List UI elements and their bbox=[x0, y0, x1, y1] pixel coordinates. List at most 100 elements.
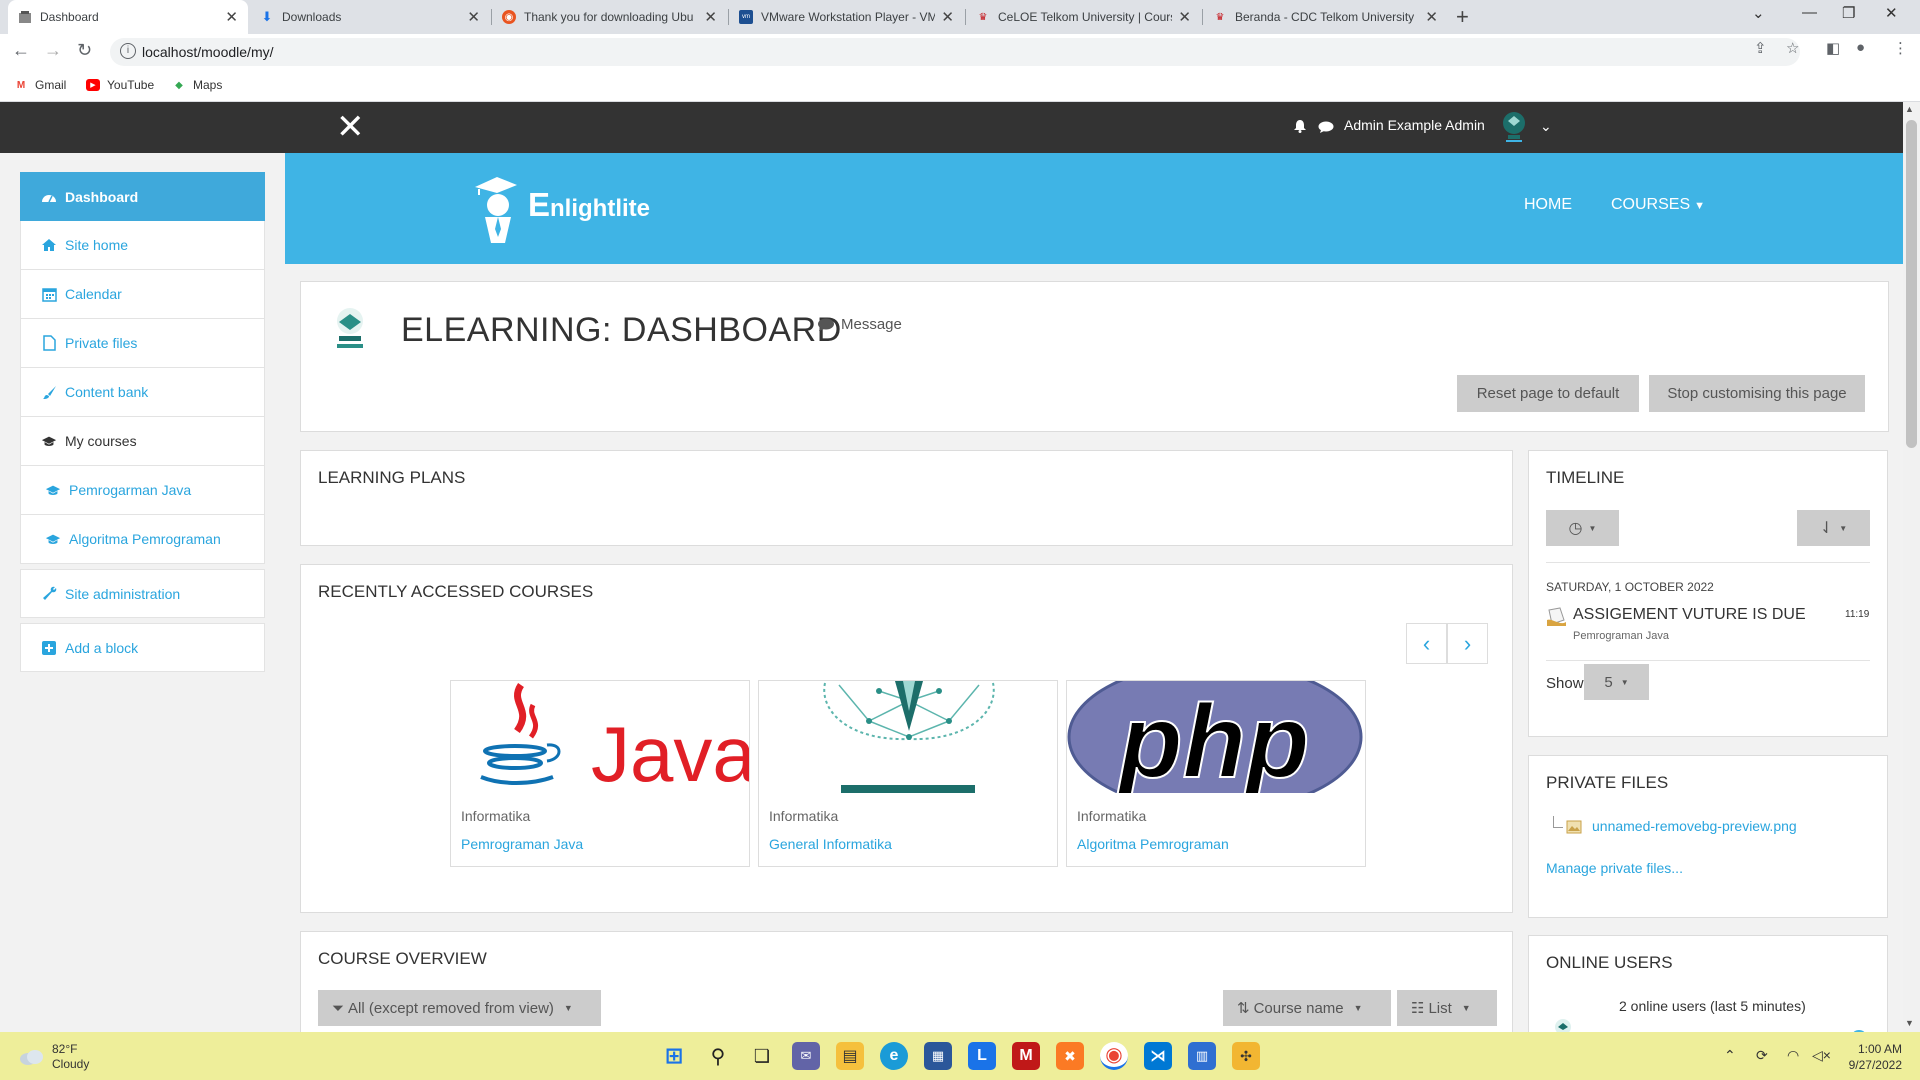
sidebar-item-course-algoritma[interactable]: Algoritma Pemrograman bbox=[20, 515, 265, 564]
messages-chat-icon[interactable] bbox=[1318, 121, 1334, 133]
browser-tab-cdc[interactable]: ♛ Beranda - CDC Telkom University ✕ bbox=[1203, 0, 1448, 34]
task-view-icon[interactable]: ❏ bbox=[748, 1042, 776, 1070]
tray-overflow-icon[interactable]: ⌃ bbox=[1724, 1047, 1736, 1064]
scroll-down-icon[interactable]: ▼ bbox=[1905, 1018, 1914, 1028]
user-name[interactable]: Admin Example Admin bbox=[1344, 117, 1485, 133]
site-logo-text[interactable]: Enlightlite bbox=[528, 186, 650, 224]
search-icon[interactable]: ⚲ bbox=[704, 1042, 732, 1070]
course-name-link[interactable]: General Informatika bbox=[769, 836, 892, 852]
forward-icon[interactable]: → bbox=[44, 40, 62, 61]
bookmark-maps[interactable]: ◆ Maps bbox=[172, 78, 222, 92]
notification-bell-icon[interactable] bbox=[1293, 119, 1307, 133]
start-windows-icon[interactable]: ⊞ bbox=[660, 1042, 688, 1070]
mcafee-icon[interactable]: M bbox=[1012, 1042, 1040, 1070]
page-scrollbar-thumb[interactable] bbox=[1906, 120, 1917, 448]
clock-time: 1:00 AM bbox=[1857, 1042, 1902, 1056]
course-view-dropdown[interactable]: ☷ List ▼ bbox=[1397, 990, 1497, 1026]
close-tab-icon[interactable]: ✕ bbox=[1178, 8, 1191, 26]
browser-tab-ubuntu[interactable]: ◉ Thank you for downloading Ubu ✕ bbox=[492, 0, 727, 34]
teams-chat-icon[interactable]: ✉ bbox=[792, 1042, 820, 1070]
course-name-link[interactable]: Pemrograman Java bbox=[461, 836, 583, 852]
maximize-button[interactable]: ❐ bbox=[1842, 4, 1855, 22]
show-count-dropdown[interactable]: 5 ▼ bbox=[1584, 664, 1649, 700]
file-icon bbox=[41, 335, 57, 351]
new-tab-button[interactable]: + bbox=[1456, 4, 1469, 30]
private-file-link[interactable]: unnamed-removebg-preview.png bbox=[1592, 818, 1797, 834]
system-clock[interactable]: 1:00 AM 9/27/2022 bbox=[1840, 1041, 1902, 1073]
graduate-logo-icon[interactable] bbox=[471, 171, 519, 243]
minimize-button[interactable]: — bbox=[1802, 4, 1817, 21]
course-sort-dropdown[interactable]: ⇅ Course name ▼ bbox=[1223, 990, 1391, 1026]
menu-kebab-icon[interactable]: ⋮ bbox=[1893, 39, 1908, 57]
close-tab-icon[interactable]: ✕ bbox=[225, 8, 238, 26]
chrome-icon[interactable]: ◉ bbox=[1100, 1042, 1128, 1070]
share-icon[interactable]: ⇪ bbox=[1754, 39, 1767, 57]
course-card[interactable]: Java Informatika Pemrograman Java bbox=[450, 680, 750, 867]
learning-plans-block: LEARNING PLANS bbox=[300, 450, 1513, 546]
speaker-icon[interactable]: ◁× bbox=[1812, 1047, 1831, 1064]
stop-customising-button[interactable]: Stop customising this page bbox=[1649, 375, 1865, 412]
xampp-icon[interactable]: ✖ bbox=[1056, 1042, 1084, 1070]
course-filter-dropdown[interactable]: ⏷ All (except removed from view) ▼ bbox=[318, 990, 601, 1026]
wifi-icon[interactable]: ◠ bbox=[1787, 1047, 1799, 1064]
bookmark-gmail[interactable]: M Gmail bbox=[14, 78, 67, 92]
reset-page-button[interactable]: Reset page to default bbox=[1457, 375, 1639, 412]
back-icon[interactable]: ← bbox=[12, 40, 30, 61]
sync-icon[interactable]: ⟳ bbox=[1756, 1047, 1768, 1064]
private-files-block: PRIVATE FILES unnamed-removebg-preview.p… bbox=[1528, 755, 1888, 918]
close-tab-icon[interactable]: ✕ bbox=[704, 8, 717, 26]
sidebar-item-site-home[interactable]: Site home bbox=[20, 221, 265, 270]
vscode-icon[interactable]: ⋊ bbox=[1144, 1042, 1172, 1070]
sidebar-item-dashboard[interactable]: Dashboard bbox=[20, 172, 265, 221]
sidebar-item-my-courses[interactable]: My courses bbox=[20, 417, 265, 466]
prev-courses-button[interactable]: ‹ bbox=[1406, 623, 1447, 664]
bookmark-star-icon[interactable]: ☆ bbox=[1786, 39, 1799, 57]
profile-icon[interactable]: ● bbox=[1856, 39, 1865, 56]
close-drawer-icon[interactable]: ✕ bbox=[336, 108, 365, 146]
file-explorer-icon[interactable]: ▤ bbox=[836, 1042, 864, 1070]
sidebar-item-add-block[interactable]: Add a block bbox=[20, 623, 265, 672]
notepad-icon[interactable]: ▥ bbox=[1188, 1042, 1216, 1070]
nav-home-link[interactable]: HOME bbox=[1524, 196, 1572, 214]
timeline-sort-button[interactable]: ⇃ ▼ bbox=[1797, 510, 1870, 546]
sidebar-item-calendar[interactable]: Calendar bbox=[20, 270, 265, 319]
moodle-icon bbox=[18, 10, 32, 24]
browser-tab-dashboard[interactable]: Dashboard ✕ bbox=[8, 0, 248, 34]
edge-icon[interactable]: e bbox=[880, 1042, 908, 1070]
tab-search-icon[interactable]: ⌄ bbox=[1752, 4, 1765, 22]
user-menu-chevron-icon[interactable]: ⌄ bbox=[1540, 118, 1552, 135]
course-name-link[interactable]: Algoritma Pemrograman bbox=[1077, 836, 1229, 852]
close-tab-icon[interactable]: ✕ bbox=[1425, 8, 1438, 26]
sidebar-item-private-files[interactable]: Private files bbox=[20, 319, 265, 368]
timeline-event-link[interactable]: ASSIGEMENT VUTURE IS DUE bbox=[1573, 606, 1806, 624]
message-link[interactable]: Message bbox=[817, 316, 902, 333]
weather-widget[interactable]: 82°F Cloudy bbox=[18, 1042, 89, 1072]
close-window-button[interactable]: ✕ bbox=[1885, 4, 1898, 22]
browser-tab-downloads[interactable]: ⬇ Downloads ✕ bbox=[250, 0, 490, 34]
microsoft-store-icon[interactable]: ▦ bbox=[924, 1042, 952, 1070]
bookmark-youtube[interactable]: ▶ YouTube bbox=[86, 78, 154, 92]
nav-courses-menu[interactable]: COURSES ▼ bbox=[1611, 196, 1705, 214]
reload-icon[interactable]: ↻ bbox=[77, 40, 92, 61]
sidebar-item-site-administration[interactable]: Site administration bbox=[20, 569, 265, 618]
browser-tab-celoe[interactable]: ♛ CeLOE Telkom University | Cours ✕ bbox=[966, 0, 1201, 34]
sidebar-item-content-bank[interactable]: Content bank bbox=[20, 368, 265, 417]
side-panel-icon[interactable]: ◧ bbox=[1826, 39, 1840, 57]
close-tab-icon[interactable]: ✕ bbox=[941, 8, 954, 26]
browser-tab-vmware[interactable]: vm VMware Workstation Player - VM ✕ bbox=[729, 0, 964, 34]
cloud-icon bbox=[20, 1050, 43, 1065]
l-app-icon[interactable]: L bbox=[968, 1042, 996, 1070]
course-card[interactable]: php Informatika Algoritma Pemrograman bbox=[1066, 680, 1366, 867]
scroll-up-icon[interactable]: ▲ bbox=[1905, 104, 1914, 114]
sidebar-item-course-java[interactable]: Pemrogarman Java bbox=[20, 466, 265, 515]
app-grid-icon[interactable]: ✣ bbox=[1232, 1042, 1260, 1070]
site-info-icon[interactable]: i bbox=[120, 43, 136, 59]
manage-private-files-link[interactable]: Manage private files... bbox=[1546, 860, 1683, 876]
tree-connector bbox=[1553, 816, 1563, 828]
course-card[interactable]: Informatika General Informatika bbox=[758, 680, 1058, 867]
user-avatar[interactable] bbox=[1500, 111, 1528, 145]
timeline-day-filter[interactable]: ◷ ▼ bbox=[1546, 510, 1619, 546]
close-tab-icon[interactable]: ✕ bbox=[467, 8, 480, 26]
next-courses-button[interactable]: › bbox=[1447, 623, 1488, 664]
url-field[interactable]: i localhost/moodle/my/ bbox=[110, 38, 1800, 66]
